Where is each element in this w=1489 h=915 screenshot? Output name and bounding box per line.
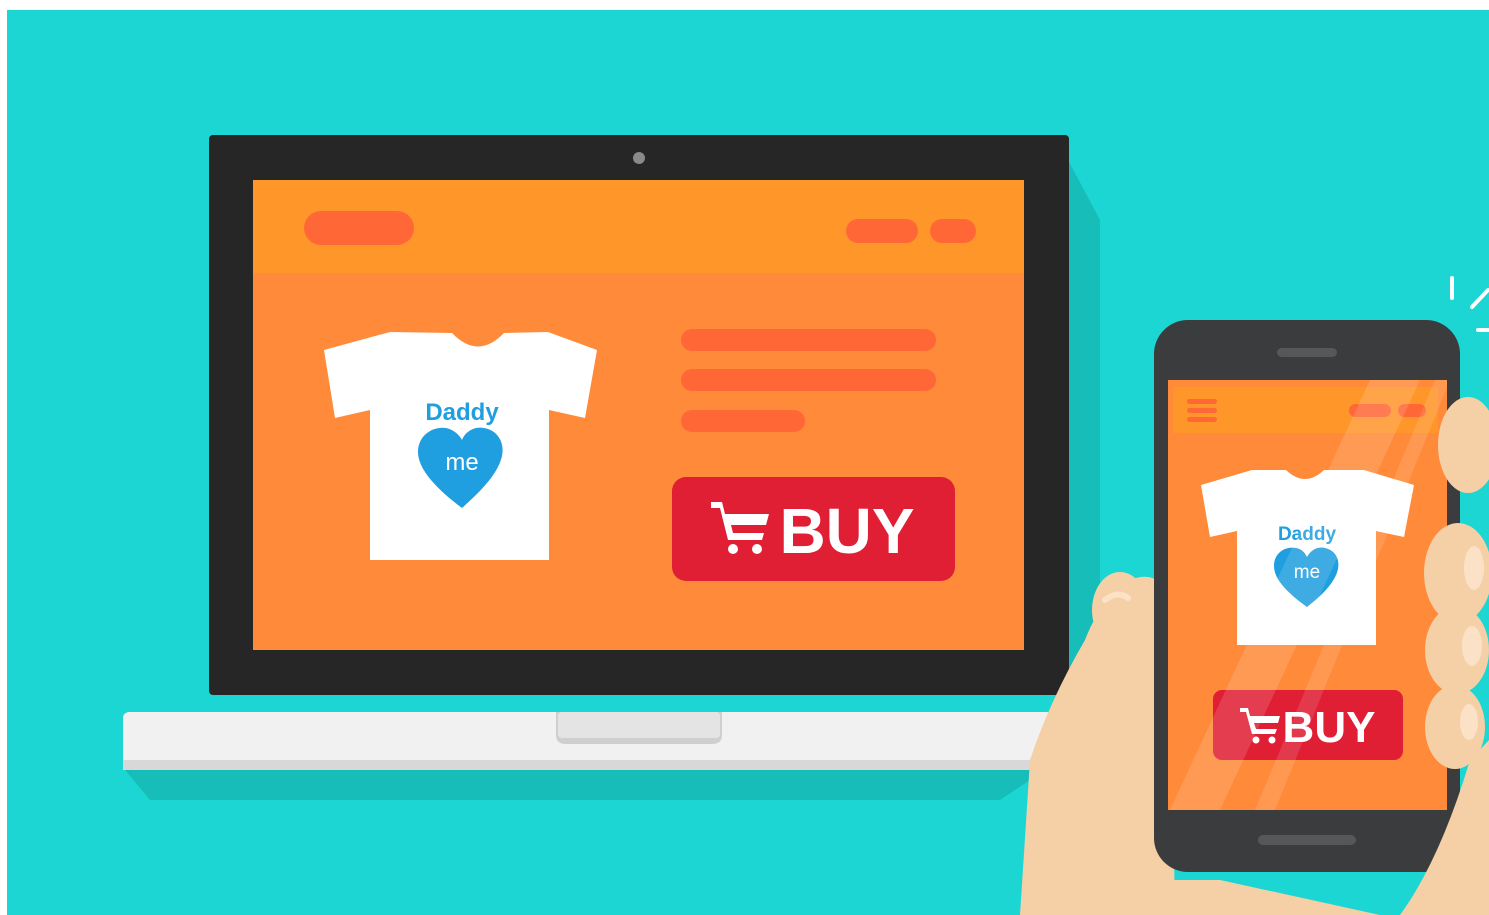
illustration-scene: Daddy me BUY Daddy me BUY xyxy=(0,0,1489,915)
laptop-shirt-print-line1: Daddy xyxy=(425,399,499,426)
smartphone: Daddy me BUY xyxy=(1154,320,1460,872)
laptop-desc-line-1 xyxy=(681,329,936,351)
laptop-desc-line-2 xyxy=(681,369,936,391)
laptop-shirt-print-line2: me xyxy=(445,449,478,476)
webcam xyxy=(633,152,645,164)
laptop-logo-pill[interactable] xyxy=(304,211,414,245)
laptop-base-edge xyxy=(123,760,1063,770)
phone-home-bar xyxy=(1258,835,1356,845)
laptop-buy-button[interactable]: BUY xyxy=(672,477,955,581)
laptop: Daddy me BUY xyxy=(209,135,1069,695)
laptop-buy-label: BUY xyxy=(779,495,914,567)
laptop-nav-pill-2[interactable] xyxy=(930,219,976,243)
laptop-desc-line-3 xyxy=(681,410,805,432)
laptop-nav-pill-1[interactable] xyxy=(846,219,918,243)
hamburger-menu-icon[interactable] xyxy=(1187,399,1217,422)
phone-speaker xyxy=(1277,348,1337,357)
